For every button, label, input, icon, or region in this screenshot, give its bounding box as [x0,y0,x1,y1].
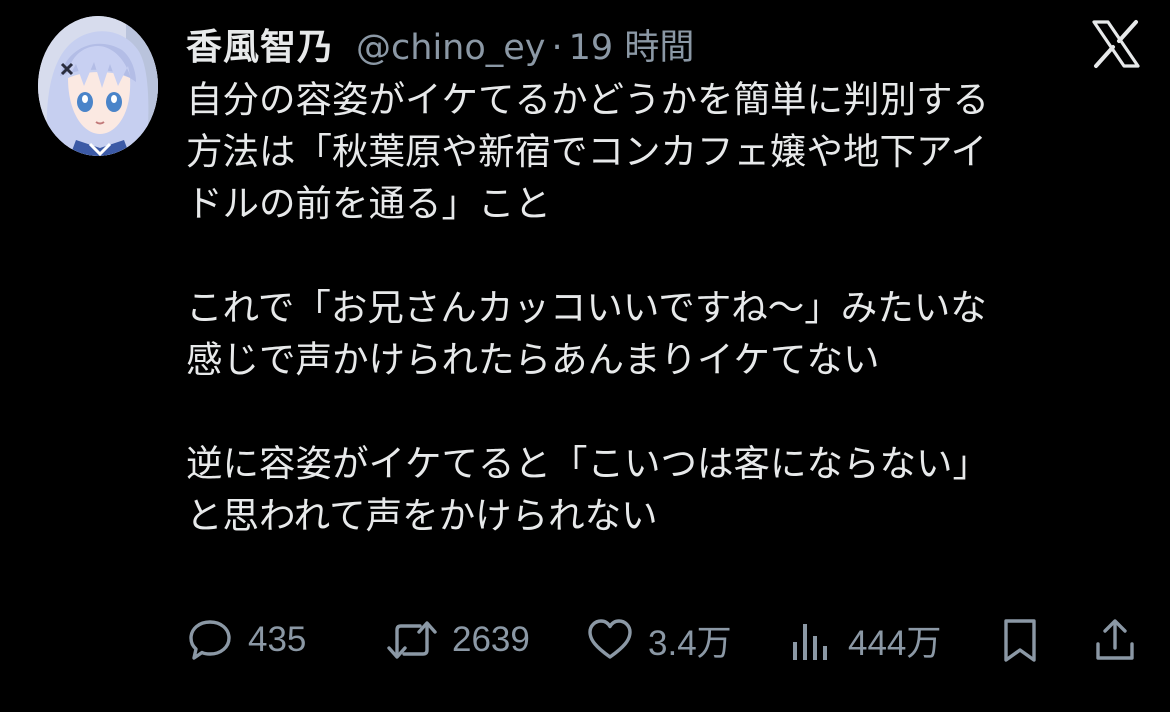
tweet-text: 自分の容姿がイケてるかどうかを簡単に判別する 方法は「秋葉原や新宿でコンカフェ嬢… [186,74,1146,542]
tweet-blank-line [186,386,1146,438]
avatar-image [38,16,158,156]
heart-icon [586,616,634,664]
reply-icon [186,616,234,664]
like-count: 3.4万 [648,623,732,663]
reply-button[interactable]: 435 [186,612,306,668]
action-bar: 435 2639 3.4万 444万 [186,612,1146,668]
tweet-line: ドルの前を通る」こと [186,182,551,225]
timestamp[interactable]: 19 時間 [569,19,695,70]
repost-button[interactable]: 2639 [386,612,530,668]
display-name[interactable]: 香風智乃 [186,18,334,70]
user-handle[interactable]: @chino_ey [356,28,546,68]
tweet-line: 逆に容姿がイケてると「こいつは客にならない」 [186,442,989,485]
like-button[interactable]: 3.4万 [586,612,732,668]
tweet-line: 感じで声かけられたらあんまりイケてない [186,338,880,381]
repost-icon [386,616,438,664]
tweet-card: 香風智乃 @chino_ey · 19 時間 自分の容姿がイケてるかどうかを簡単… [0,0,1170,712]
views-count: 444万 [848,623,942,663]
views-button[interactable]: 444万 [790,612,941,668]
separator-dot: · [551,28,563,68]
share-icon [1092,616,1138,664]
tweet-blank-line [186,230,1146,282]
bookmark-icon [998,616,1042,664]
tweet-line: 方法は「秋葉原や新宿でコンカフェ嬢や地下アイ [186,130,988,173]
repost-count: 2639 [452,620,530,659]
tweet-line: 自分の容姿がイケてるかどうかを簡単に判別する [186,78,989,121]
share-button[interactable] [1092,612,1138,668]
tweet-line: と思われて声をかけられない [186,494,658,537]
tweet-header: 香風智乃 @chino_ey · 19 時間 [186,18,694,68]
bookmark-button[interactable] [998,612,1042,668]
views-icon [790,616,834,664]
avatar[interactable] [38,16,158,156]
x-logo-icon [1090,18,1142,70]
reply-count: 435 [248,620,307,659]
tweet-line: これで「お兄さんカッコいいですね〜」みたいな [186,286,987,329]
